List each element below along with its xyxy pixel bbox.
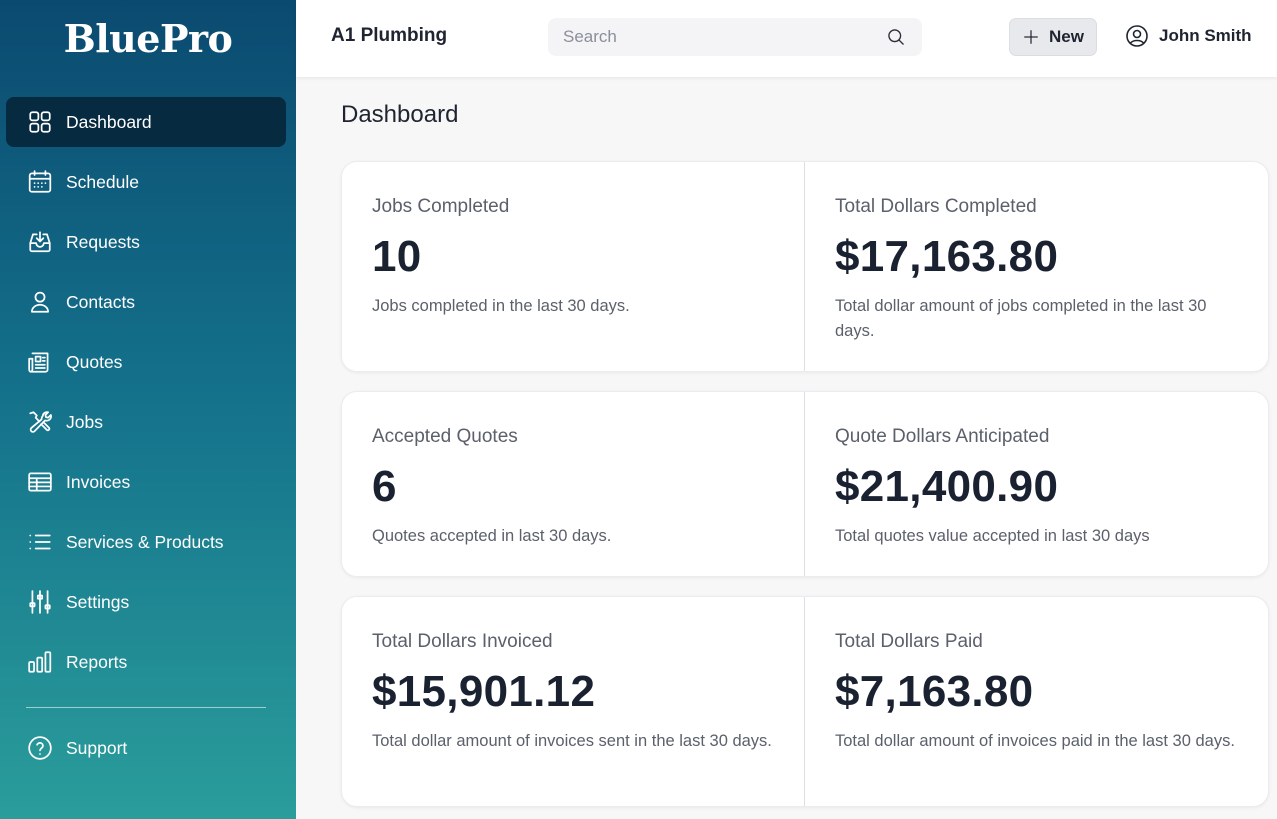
stat-label: Accepted Quotes <box>372 426 518 447</box>
sidebar-item-reports[interactable]: Reports <box>6 637 286 687</box>
sidebar-item-label: Requests <box>66 231 140 252</box>
stat-total-dollars-paid: Total Dollars Paid $7,163.80 Total dolla… <box>805 597 1268 806</box>
search-placeholder: Search <box>563 27 617 46</box>
stat-label: Quote Dollars Anticipated <box>835 426 1050 447</box>
stat-value: $7,163.80 <box>835 667 1034 716</box>
stat-label: Total Dollars Invoiced <box>372 631 553 652</box>
stat-jobs-completed: Jobs Completed 10 Jobs completed in the … <box>342 162 805 371</box>
stat-description: Jobs completed in the last 30 days. <box>372 297 630 315</box>
sidebar-item-label: Quotes <box>66 351 123 372</box>
sidebar-item-settings[interactable]: Settings <box>6 577 286 627</box>
new-button-label: New <box>1049 27 1084 46</box>
sidebar-item-support[interactable]: Support <box>6 723 286 773</box>
stat-description: Total dollar amount of invoices sent in … <box>372 732 772 750</box>
sidebar-divider <box>26 707 266 708</box>
sidebar-item-invoices[interactable]: Invoices <box>6 457 286 507</box>
sidebar: BluePro Dashboard Schedule Requests Cont… <box>0 0 296 819</box>
sidebar-item-services-products[interactable]: Services & Products <box>6 517 286 567</box>
sidebar-item-label: Jobs <box>66 411 103 432</box>
company-name: A1 Plumbing <box>331 25 448 46</box>
grid-icon <box>26 108 54 136</box>
sidebar-item-schedule[interactable]: Schedule <box>6 157 286 207</box>
sliders-icon <box>26 588 54 616</box>
stat-description: Quotes accepted in last 30 days. <box>372 527 612 545</box>
sidebar-item-requests[interactable]: Requests <box>6 217 286 267</box>
stat-value: $17,163.80 <box>835 232 1059 281</box>
stats-card-row: Jobs Completed 10 Jobs completed in the … <box>341 161 1269 372</box>
sidebar-item-quotes[interactable]: Quotes <box>6 337 286 387</box>
newspaper-icon <box>26 348 54 376</box>
search-icon[interactable] <box>886 27 906 47</box>
new-button[interactable]: New <box>1009 18 1097 56</box>
sidebar-item-jobs[interactable]: Jobs <box>6 397 286 447</box>
stat-value: $21,400.90 <box>835 462 1059 511</box>
help-circle-icon <box>26 734 54 762</box>
stat-description: Total dollar amount of jobs completed in… <box>835 297 1207 340</box>
stat-label: Total Dollars Completed <box>835 196 1037 217</box>
stat-total-dollars-completed: Total Dollars Completed $17,163.80 Total… <box>805 162 1268 371</box>
sidebar-item-label: Contacts <box>66 291 136 312</box>
stat-description: Total quotes value accepted in last 30 d… <box>835 527 1150 545</box>
user-circle-icon <box>1126 25 1148 47</box>
sidebar-item-label: Reports <box>66 651 128 672</box>
inbox-download-icon <box>26 228 54 256</box>
stat-quote-dollars-anticipated: Quote Dollars Anticipated $21,400.90 Tot… <box>805 392 1268 576</box>
stats-card-row: Accepted Quotes 6 Quotes accepted in las… <box>341 391 1269 577</box>
sidebar-item-label: Schedule <box>66 171 139 192</box>
stat-description: Total dollar amount of invoices paid in … <box>835 732 1235 750</box>
sidebar-item-contacts[interactable]: Contacts <box>6 277 286 327</box>
sidebar-item-label: Services & Products <box>66 531 224 552</box>
list-icon <box>26 528 54 556</box>
stat-value: 6 <box>372 462 397 511</box>
stat-label: Total Dollars Paid <box>835 631 983 652</box>
stat-value: 10 <box>372 232 422 281</box>
stat-value: $15,901.12 <box>372 667 596 716</box>
stat-accepted-quotes: Accepted Quotes 6 Quotes accepted in las… <box>342 392 805 576</box>
top-header: A1 Plumbing Search New John Smith <box>296 0 1277 77</box>
bar-chart-icon <box>26 648 54 676</box>
search-input[interactable]: Search <box>548 18 922 56</box>
sidebar-item-label: Invoices <box>66 471 131 492</box>
sidebar-item-label: Dashboard <box>66 111 152 132</box>
sidebar-item-label: Support <box>66 737 128 758</box>
stat-total-dollars-invoiced: Total Dollars Invoiced $15,901.12 Total … <box>342 597 805 806</box>
sidebar-item-dashboard[interactable]: Dashboard <box>6 97 286 147</box>
calendar-icon <box>26 168 54 196</box>
sidebar-item-label: Settings <box>66 591 130 612</box>
table-icon <box>26 468 54 496</box>
tools-icon <box>26 408 54 436</box>
user-menu[interactable]: John Smith <box>1125 24 1252 48</box>
page-title: Dashboard <box>341 101 459 128</box>
stat-label: Jobs Completed <box>372 196 510 217</box>
user-name: John Smith <box>1159 26 1252 45</box>
user-icon <box>26 288 54 316</box>
plus-icon <box>1024 30 1038 44</box>
stats-card-row: Total Dollars Invoiced $15,901.12 Total … <box>341 596 1269 807</box>
app-logo[interactable]: BluePro <box>0 16 296 61</box>
